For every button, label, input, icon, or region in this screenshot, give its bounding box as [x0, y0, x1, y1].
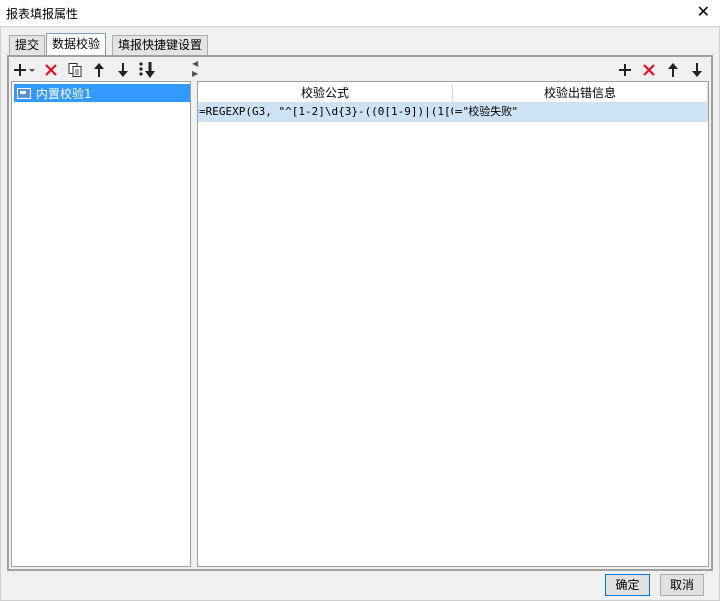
ok-button[interactable]: 确定 — [605, 574, 650, 596]
cancel-button[interactable]: 取消 — [660, 574, 704, 596]
validation-grid: 校验公式 校验出错信息 =REGEXP(G3, "^[1-2]\d{3}-((0… — [197, 81, 709, 567]
right-panel: 校验公式 校验出错信息 =REGEXP(G3, "^[1-2]\d{3}-((0… — [197, 59, 709, 567]
formula-cell[interactable]: =REGEXP(G3, "^[1-2]\d{3}-((0[1-9])|(1[0.… — [198, 102, 453, 122]
tab-shortcut-settings[interactable]: 填报快捷键设置 — [112, 35, 209, 55]
validation-item-icon — [17, 87, 31, 99]
table-row[interactable]: =REGEXP(G3, "^[1-2]\d{3}-((0[1-9])|(1[0.… — [198, 102, 708, 122]
tab-panel: 内置校验1 ◀ ▶ 校验公式 校验出错信息 =REGEXP(G3, "^[1-2… — [7, 55, 713, 571]
grid-header: 校验公式 校验出错信息 — [198, 84, 708, 103]
error-message-cell[interactable]: ="校验失败" — [453, 102, 708, 122]
delete-icon[interactable] — [39, 59, 63, 81]
left-panel: 内置校验1 — [11, 59, 191, 567]
left-toolbar — [11, 59, 159, 81]
add-icon[interactable] — [11, 59, 39, 81]
move-row-up-icon[interactable] — [661, 59, 685, 81]
move-down-icon[interactable] — [111, 59, 135, 81]
move-up-icon[interactable] — [87, 59, 111, 81]
tab-data-validation[interactable]: 数据校验 — [46, 33, 107, 56]
dialog-body: 提交 数据校验 填报快捷键设置 内置校验1 ◀ ▶ 校验公式 校验出错信息 =R… — [0, 26, 720, 601]
tree-item-builtin-validation[interactable]: 内置校验1 — [14, 84, 190, 102]
header-formula[interactable]: 校验公式 — [198, 84, 453, 102]
header-error-message[interactable]: 校验出错信息 — [453, 84, 708, 102]
window-title: 报表填报属性 — [6, 7, 79, 21]
add-row-icon[interactable] — [613, 59, 637, 81]
tab-submit[interactable]: 提交 — [9, 35, 46, 55]
move-row-down-icon[interactable] — [685, 59, 709, 81]
validation-tree: 内置校验1 — [11, 81, 191, 567]
title-bar: 报表填报属性 ✕ — [0, 0, 720, 26]
right-toolbar — [613, 59, 709, 81]
delete-row-icon[interactable] — [637, 59, 661, 81]
tree-item-label: 内置校验1 — [36, 86, 92, 101]
close-icon[interactable]: ✕ — [697, 2, 710, 21]
move-bottom-icon[interactable] — [135, 59, 159, 81]
copy-icon[interactable] — [63, 59, 87, 81]
